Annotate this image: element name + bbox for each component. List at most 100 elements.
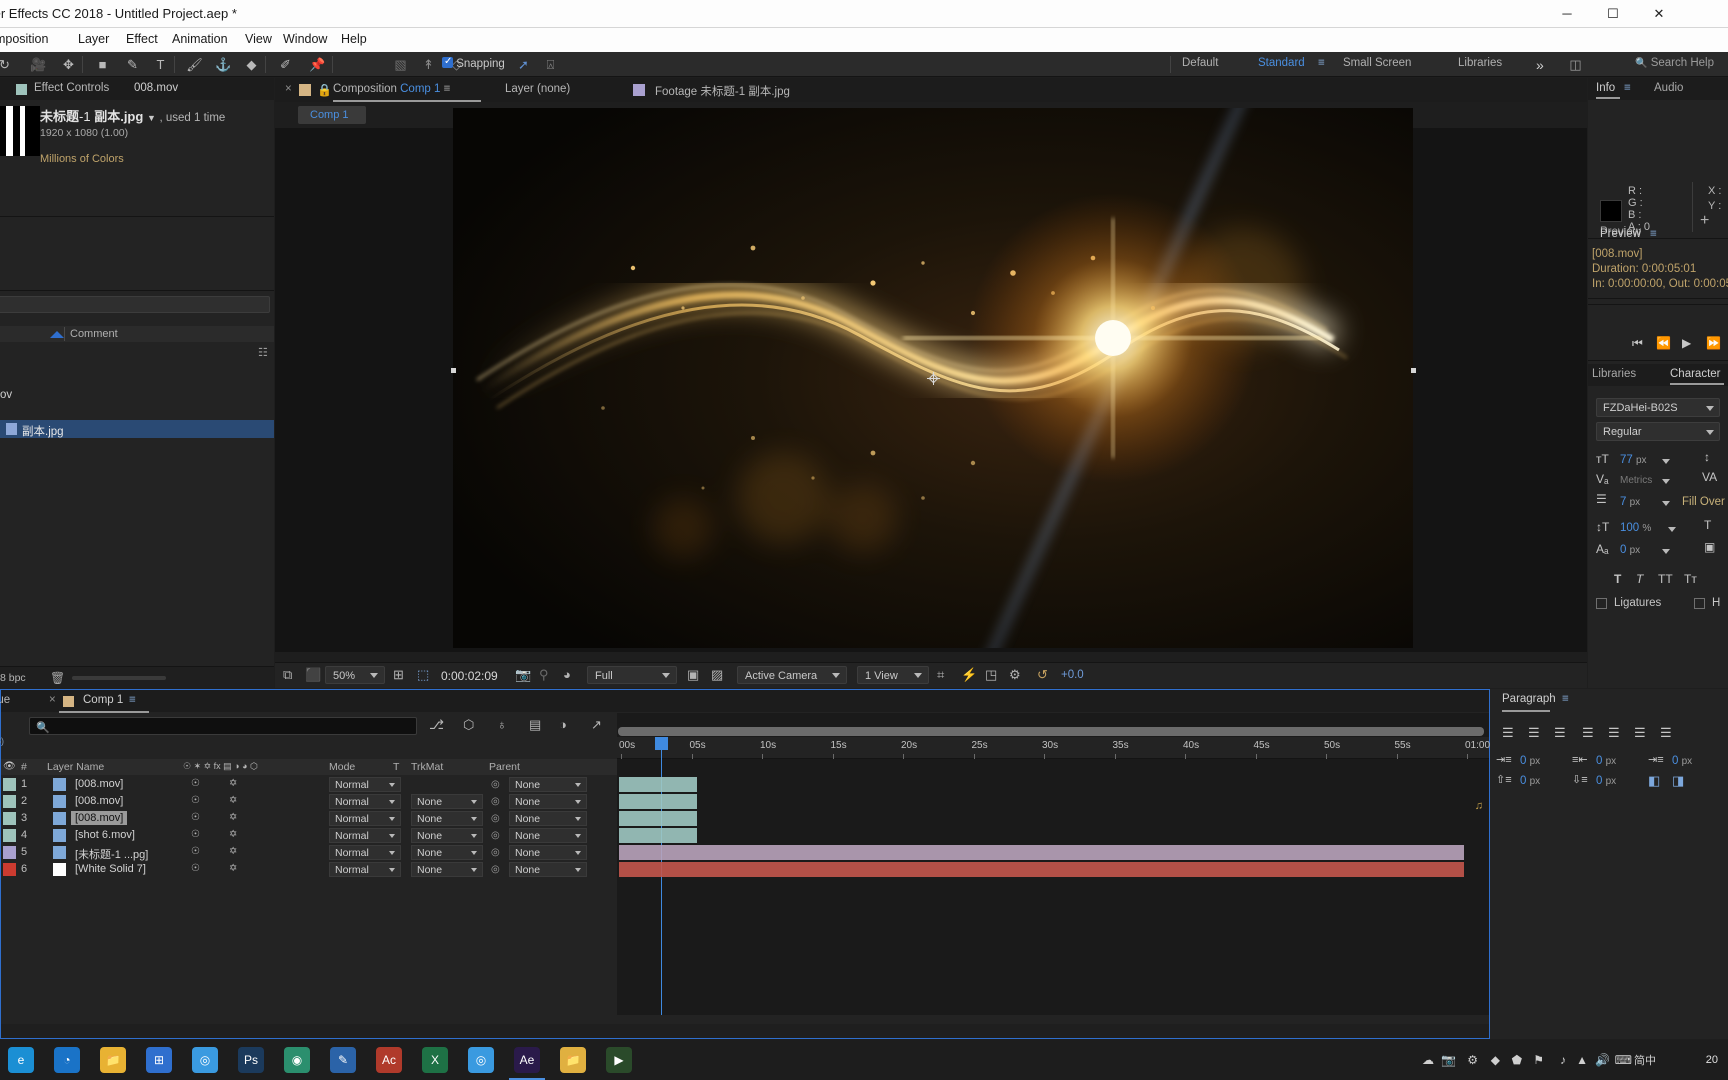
column-index[interactable]: # bbox=[21, 761, 27, 773]
delete-icon[interactable]: 🗑 bbox=[50, 671, 65, 685]
resolution-dropdown[interactable]: Full bbox=[587, 666, 677, 684]
tray-icon[interactable]: ⚑ bbox=[1533, 1053, 1544, 1067]
transparency-grid-icon[interactable]: ▨ bbox=[711, 667, 723, 683]
tray-icon[interactable]: ◆ bbox=[1491, 1053, 1500, 1067]
edge-icon[interactable]: ◔ bbox=[54, 1047, 80, 1073]
justify-last-center-icon[interactable]: ☰ bbox=[1608, 725, 1620, 741]
faux-bold-icon[interactable]: T bbox=[1704, 518, 1711, 532]
menu-item-composition[interactable]: omposition bbox=[0, 32, 48, 46]
clock[interactable]: 20 bbox=[1706, 1054, 1718, 1066]
leading-chevron-down-icon[interactable] bbox=[1662, 501, 1670, 506]
viewer-tab-close-icon[interactable]: × bbox=[285, 83, 292, 95]
clone-stamp-tool-icon[interactable]: ⚓ bbox=[213, 54, 234, 75]
layer-parent-dropdown[interactable]: None bbox=[509, 845, 587, 860]
after-effects-icon[interactable]: Ae bbox=[514, 1047, 540, 1073]
minimize-button[interactable]: ─ bbox=[1544, 0, 1590, 28]
space-before-field[interactable]: 0 px bbox=[1520, 775, 1540, 787]
viewer-tab-composition[interactable]: Composition Comp 1 ≡ bbox=[333, 83, 450, 95]
font-size-field[interactable]: 77 px bbox=[1620, 454, 1647, 466]
font-style-dropdown[interactable]: Regular bbox=[1596, 422, 1720, 441]
camera-tool-icon[interactable]: 🎥 bbox=[28, 54, 49, 75]
space-after-field[interactable]: 0 px bbox=[1596, 775, 1616, 787]
tray-icon[interactable]: ▲ bbox=[1576, 1053, 1588, 1067]
roto-brush-tool-icon[interactable]: ✐ bbox=[275, 54, 296, 75]
direction-rtl-icon[interactable]: ◨ bbox=[1672, 773, 1684, 789]
layer-duration-bar[interactable] bbox=[619, 777, 697, 792]
audio-switch-icon[interactable]: ☉ bbox=[191, 846, 200, 857]
parent-pick-whip-icon[interactable]: ◎ bbox=[491, 830, 500, 841]
file-explorer-icon[interactable]: 📁 bbox=[100, 1047, 126, 1073]
menu-item-effect[interactable]: Effect bbox=[126, 32, 158, 46]
hide-shy-layers-icon[interactable]: ♁ bbox=[497, 717, 507, 732]
chrome-icon[interactable]: ◎ bbox=[192, 1047, 218, 1073]
align-left-icon[interactable]: ☰ bbox=[1502, 725, 1514, 741]
table-row[interactable]: 6 [White Solid 7] ☉ ✡ Normal None ◎ None bbox=[1, 861, 617, 878]
layer-parent-dropdown[interactable]: None bbox=[509, 777, 587, 792]
tsume-icon[interactable]: ▣ bbox=[1704, 540, 1715, 554]
timeline-tab-close-icon[interactable]: × bbox=[49, 694, 56, 706]
parent-pick-whip-icon[interactable]: ◎ bbox=[491, 796, 500, 807]
close-button[interactable]: ✕ bbox=[1636, 0, 1682, 28]
pen-tool-icon[interactable]: ✎ bbox=[122, 54, 143, 75]
tray-icon[interactable]: ⬟ bbox=[1512, 1053, 1522, 1067]
quality-switch-icon[interactable]: ✡ bbox=[229, 778, 237, 789]
direction-ltr-icon[interactable]: ◧ bbox=[1648, 773, 1660, 789]
ime-indicator[interactable]: 简中 bbox=[1634, 1052, 1656, 1068]
draft-3d-icon[interactable]: ⬡ bbox=[463, 717, 474, 733]
bold-style-button[interactable]: T bbox=[1614, 572, 1621, 586]
prev-frame-button[interactable]: ⏪ bbox=[1656, 336, 1671, 350]
tab-render-queue[interactable]: eue bbox=[0, 694, 10, 706]
font-size-chevron-down-icon[interactable] bbox=[1662, 459, 1670, 464]
hyphenate-checkbox[interactable] bbox=[1694, 598, 1705, 609]
shape-tool-icon[interactable]: ■ bbox=[92, 54, 113, 75]
snapping-toggle[interactable]: Snapping bbox=[442, 56, 505, 70]
indent-first-field[interactable]: 0 px bbox=[1672, 755, 1692, 767]
tray-icon[interactable]: ☁ bbox=[1422, 1053, 1434, 1067]
parent-pick-whip-icon[interactable]: ◎ bbox=[491, 813, 500, 824]
layer-mode-dropdown[interactable]: Normal bbox=[329, 811, 401, 826]
vertical-scale-chevron-down-icon[interactable] bbox=[1668, 527, 1676, 532]
justify-last-left-icon[interactable]: ☰ bbox=[1582, 725, 1594, 741]
layer-duration-bar[interactable] bbox=[619, 811, 697, 826]
eraser-tool-icon[interactable]: ◆ bbox=[241, 54, 262, 75]
info-panel-menu-icon[interactable]: ≡ bbox=[1624, 82, 1631, 94]
layer-mode-dropdown[interactable]: Normal bbox=[329, 794, 401, 809]
kerning-field[interactable]: Metrics bbox=[1620, 474, 1652, 486]
fill-over-stroke-label[interactable]: Fill Over bbox=[1682, 496, 1725, 508]
preview-menu-icon[interactable]: ≡ bbox=[1650, 228, 1657, 240]
lock-icon[interactable]: 🔒 bbox=[317, 83, 332, 97]
layer-mode-dropdown[interactable]: Normal bbox=[329, 777, 401, 792]
camera-dropdown[interactable]: Active Camera bbox=[737, 666, 847, 684]
workspace-small-screen[interactable]: Small Screen bbox=[1343, 57, 1411, 69]
tray-icon[interactable]: 📷 bbox=[1441, 1053, 1456, 1067]
renderer-icon[interactable]: ⚙ bbox=[1009, 667, 1021, 683]
work-area-bar[interactable] bbox=[618, 727, 1484, 736]
column-mode[interactable]: Mode bbox=[329, 761, 355, 773]
workspace-overflow-icon[interactable]: » bbox=[1536, 57, 1544, 73]
layer-duration-bar[interactable] bbox=[619, 862, 1464, 877]
notepad-icon[interactable]: ✎ bbox=[330, 1047, 356, 1073]
viewer-tab-footage[interactable]: Footage 未标题-1 副本.jpg bbox=[655, 83, 790, 99]
column-trkmat[interactable]: TrkMat bbox=[411, 761, 443, 773]
layer-trkmat-dropdown[interactable]: None bbox=[411, 828, 483, 843]
tab-audio[interactable]: Audio bbox=[1654, 82, 1683, 94]
sort-ascending-icon[interactable] bbox=[50, 331, 64, 338]
layer-trkmat-dropdown[interactable]: None bbox=[411, 811, 483, 826]
snapping-checkbox[interactable] bbox=[442, 56, 453, 68]
layer-parent-dropdown[interactable]: None bbox=[509, 811, 587, 826]
frame-blending-icon[interactable]: ▤ bbox=[529, 717, 541, 733]
quality-switch-icon[interactable]: ✡ bbox=[229, 846, 237, 857]
chrome2-icon[interactable]: ◎ bbox=[468, 1047, 494, 1073]
graph-editor-icon[interactable]: ↗ bbox=[591, 717, 602, 733]
layer-name[interactable]: [White Solid 7] bbox=[71, 862, 150, 876]
audio-switch-icon[interactable]: ☉ bbox=[191, 812, 200, 823]
tray-icon[interactable]: ♪ bbox=[1560, 1053, 1566, 1067]
layer-parent-dropdown[interactable]: None bbox=[509, 794, 587, 809]
small-caps-button[interactable]: Tᴛ bbox=[1684, 572, 1697, 586]
tab-effect-controls[interactable]: Effect Controls bbox=[34, 82, 109, 94]
edge-legacy-icon[interactable]: e bbox=[8, 1047, 34, 1073]
justify-all-icon[interactable]: ☰ bbox=[1660, 725, 1672, 741]
region-of-interest-icon[interactable]: ⊞ bbox=[393, 667, 404, 683]
anchor-point-icon[interactable] bbox=[927, 372, 940, 385]
maximize-button[interactable]: ☐ bbox=[1590, 0, 1636, 28]
